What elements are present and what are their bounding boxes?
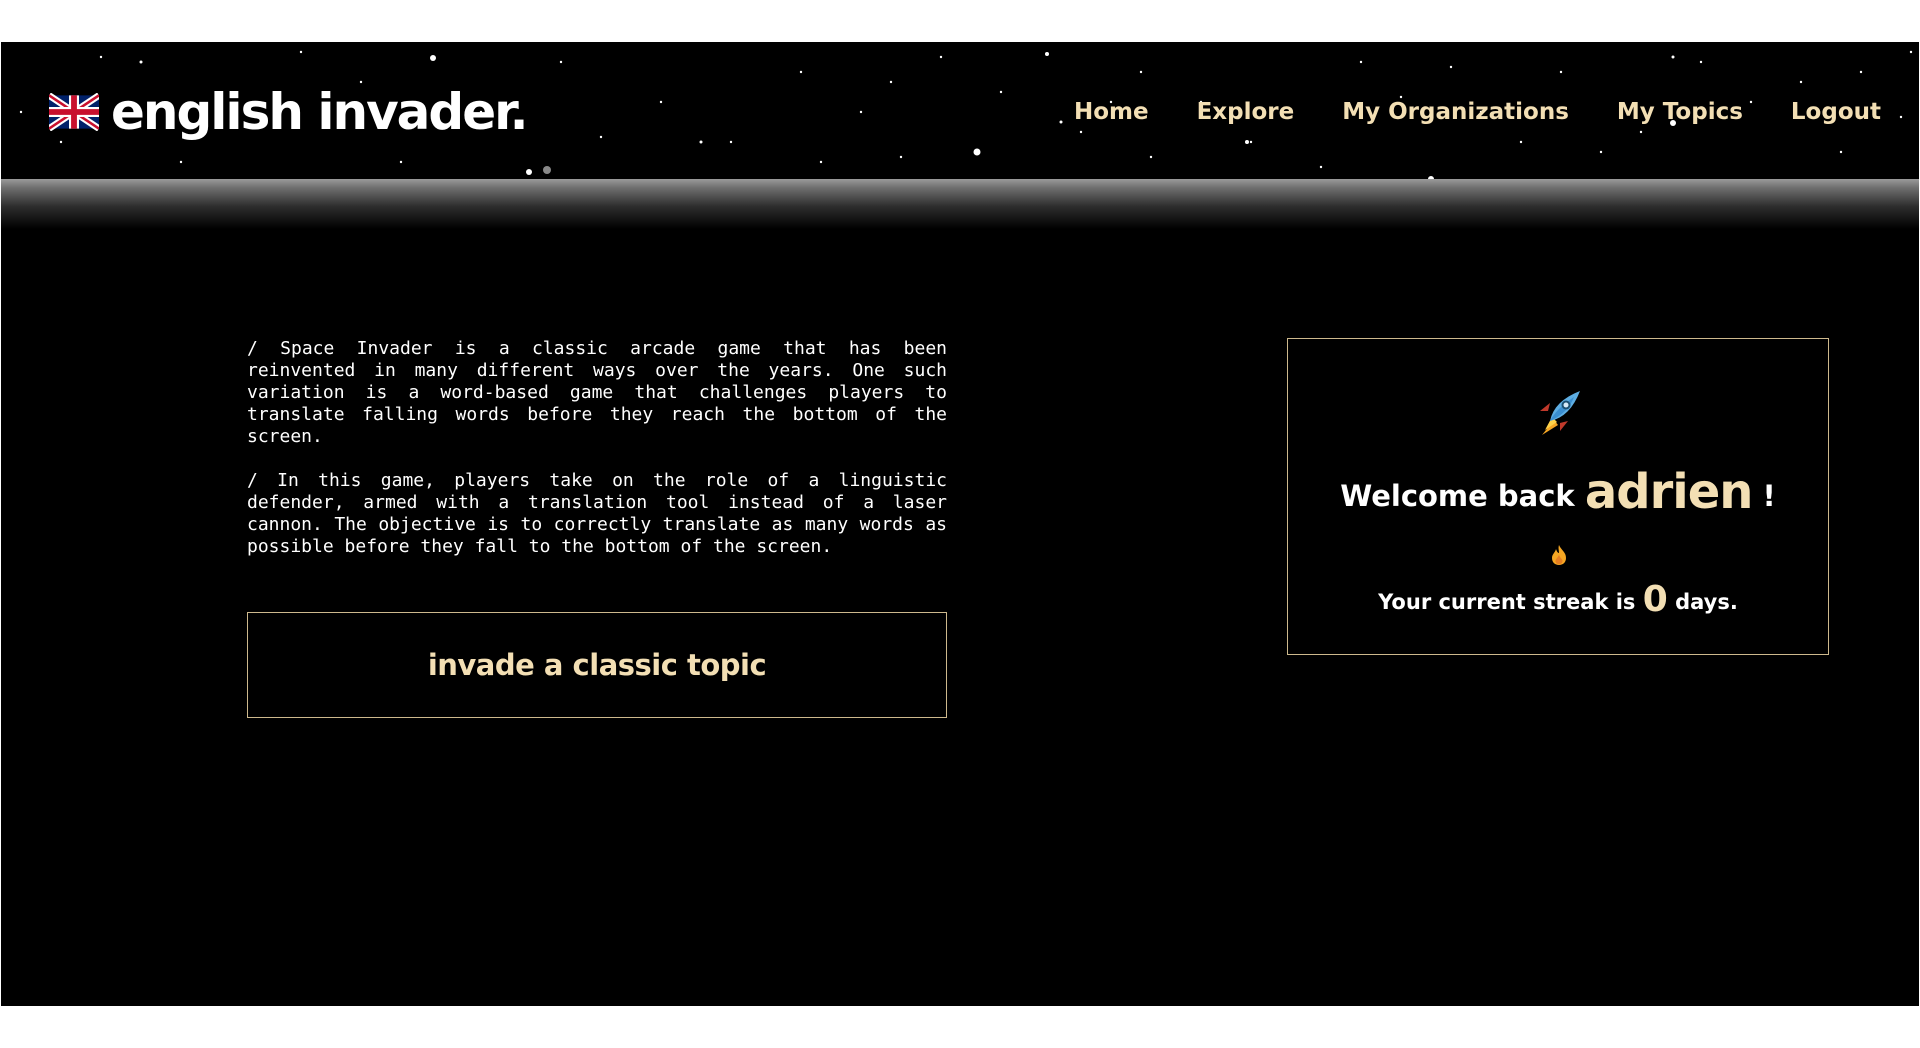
streak-suffix: days. [1667,590,1738,614]
username: adrien [1584,464,1754,520]
header-horizon-glow [1,179,1919,229]
welcome-message: Welcome back adrien ! [1288,464,1828,520]
streak-prefix: Your current streak is [1378,590,1643,614]
welcome-suffix: ! [1752,479,1776,513]
invade-classic-topic-button[interactable]: invade a classic topic [247,612,947,718]
invade-classic-topic-label: invade a classic topic [427,648,767,682]
welcome-prefix: Welcome back [1340,479,1585,513]
uk-flag-icon [49,93,99,131]
description-paragraph: / Space Invader is a classic arcade game… [247,338,947,447]
brand-name: english invader. [111,83,529,141]
description-paragraph: / In this game, players take on the role… [247,470,947,557]
app-frame: english invader. Home Explore My Organiz… [1,42,1919,1006]
site-header: english invader. Home Explore My Organiz… [1,42,1919,179]
nav-link-logout[interactable]: Logout [1791,99,1881,125]
nav-link-explore[interactable]: Explore [1197,99,1295,125]
game-description: / Space Invader is a classic arcade game… [247,338,947,580]
main-nav: Home Explore My Organizations My Topics … [1074,92,1881,132]
streak-count: 0 [1642,579,1668,620]
fire-icon [1552,545,1566,565]
nav-link-my-organizations[interactable]: My Organizations [1342,99,1569,125]
brand-logo[interactable]: english invader. [49,82,529,142]
nav-link-home[interactable]: Home [1074,99,1149,125]
streak-message: Your current streak is 0 days. [1288,579,1828,620]
rocket-icon [1540,391,1580,435]
nav-link-my-topics[interactable]: My Topics [1617,99,1743,125]
welcome-card: Welcome back adrien ! Your current strea… [1287,338,1829,655]
